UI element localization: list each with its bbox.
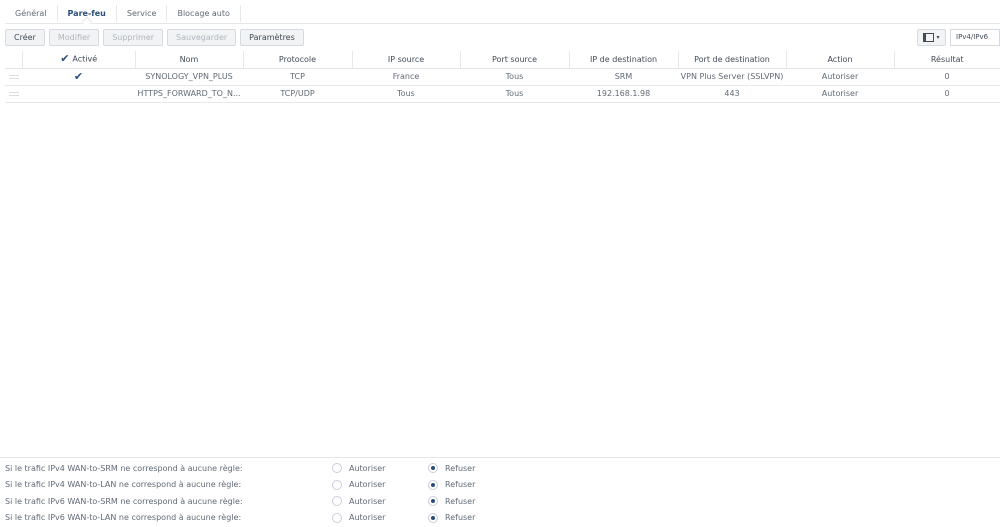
deny-label: Refuser (445, 480, 476, 490)
allow-label: Autoriser (349, 513, 386, 523)
allow-label: Autoriser (349, 496, 386, 506)
default-policy-section: Si le trafic IPv4 WAN-to-SRM ne correspo… (0, 457, 1000, 526)
column-header-name[interactable]: Nom (135, 51, 244, 69)
radio-circle-icon (428, 512, 438, 523)
deny-radio[interactable]: Refuser (428, 463, 476, 474)
column-header-destination-ip[interactable]: IP de destination (569, 51, 679, 69)
table-row[interactable]: HTTPS_FORWARD_TO_N... TCP/UDP Tous Tous … (5, 85, 1000, 103)
deny-radio[interactable]: Refuser (428, 496, 476, 507)
default-policy-row: Si le trafic IPv6 WAN-to-SRM ne correspo… (0, 493, 1000, 510)
destination-port: 443 (678, 85, 786, 103)
source-ip: France (352, 68, 460, 86)
protocol: TCP (243, 68, 352, 86)
firewall-rules-table: ✔ Activé Nom Protocole IP source Port so… (5, 51, 1000, 103)
destination-ip: 192.168.1.98 (569, 85, 678, 103)
action: Autoriser (786, 68, 894, 86)
default-policy-row: Si le trafic IPv4 WAN-to-LAN ne correspo… (0, 477, 1000, 494)
default-policy-row: Si le trafic IPv6 WAN-to-LAN ne correspo… (0, 510, 1000, 527)
policy-label: Si le trafic IPv6 WAN-to-LAN ne correspo… (5, 513, 242, 523)
edit-button[interactable]: Modifier (48, 29, 100, 46)
result: 0 (894, 85, 1000, 103)
column-header-action[interactable]: Action (786, 51, 895, 69)
radio-circle-icon (428, 479, 438, 490)
tab-bar: Général Pare-feu Service Blocage auto (5, 4, 1000, 24)
enabled-checkbox[interactable]: ✔ (22, 68, 135, 86)
layout-icon (923, 33, 935, 42)
select-all-checkbox[interactable]: ✔ (60, 53, 70, 64)
toolbar: Créer Modifier Supprimer Sauvegarder Par… (5, 29, 304, 46)
chevron-down-icon: ▾ (936, 34, 940, 41)
column-header-enabled[interactable]: ✔ Activé (22, 51, 136, 69)
radio-circle-icon (428, 496, 438, 507)
enabled-checkbox[interactable] (22, 85, 135, 103)
deny-label: Refuser (445, 513, 476, 523)
tab-general[interactable]: Général (5, 5, 58, 22)
allow-radio[interactable]: Autoriser (332, 463, 386, 474)
tab-service[interactable]: Service (117, 5, 168, 22)
result: 0 (894, 68, 1000, 86)
action: Autoriser (786, 85, 894, 103)
source-port: Tous (460, 68, 569, 86)
allow-radio[interactable]: Autoriser (332, 479, 386, 490)
deny-label: Refuser (445, 496, 476, 506)
checkmark-icon: ✔ (73, 69, 84, 83)
create-button[interactable]: Créer (5, 29, 45, 46)
drag-handle[interactable] (5, 85, 22, 103)
allow-label: Autoriser (349, 463, 386, 473)
deny-label: Refuser (445, 463, 476, 473)
destination-port: VPN Plus Server (SSLVPN) (678, 68, 786, 86)
rule-name: HTTPS_FORWARD_TO_N... (135, 85, 243, 103)
drag-column-header (5, 51, 23, 69)
column-header-protocol[interactable]: Protocole (243, 51, 353, 69)
column-layout-button[interactable]: ▾ (917, 29, 946, 46)
grip-icon (8, 75, 19, 79)
allow-radio[interactable]: Autoriser (332, 496, 386, 507)
drag-handle[interactable] (5, 68, 22, 86)
destination-ip: SRM (569, 68, 678, 86)
column-header-source-ip[interactable]: IP source (352, 51, 461, 69)
allow-radio[interactable]: Autoriser (332, 512, 386, 523)
column-header-source-port[interactable]: Port source (460, 51, 570, 69)
allow-label: Autoriser (349, 480, 386, 490)
deny-radio[interactable]: Refuser (428, 512, 476, 523)
radio-circle-icon (332, 496, 342, 507)
source-ip: Tous (352, 85, 460, 103)
column-header-result[interactable]: Résultat (894, 51, 1000, 69)
source-port: Tous (460, 85, 569, 103)
policy-label: Si le trafic IPv6 WAN-to-SRM ne correspo… (5, 496, 243, 506)
rule-name: SYNOLOGY_VPN_PLUS (135, 68, 243, 86)
radio-circle-icon (428, 463, 438, 474)
settings-button[interactable]: Paramètres (240, 29, 304, 46)
radio-circle-icon (332, 463, 342, 474)
delete-button[interactable]: Supprimer (103, 29, 164, 46)
default-policy-row: Si le trafic IPv4 WAN-to-SRM ne correspo… (0, 460, 1000, 477)
tab-firewall[interactable]: Pare-feu (58, 5, 117, 22)
tab-auto-block[interactable]: Blocage auto (167, 5, 241, 22)
save-button[interactable]: Sauvegarder (167, 29, 237, 46)
deny-radio[interactable]: Refuser (428, 479, 476, 490)
column-header-destination-port[interactable]: Port de destination (678, 51, 787, 69)
protocol: TCP/UDP (243, 85, 352, 103)
policy-label: Si le trafic IPv4 WAN-to-LAN ne correspo… (5, 480, 242, 490)
policy-label: Si le trafic IPv4 WAN-to-SRM ne correspo… (5, 463, 243, 473)
radio-circle-icon (332, 512, 342, 523)
radio-circle-icon (332, 479, 342, 490)
ip-version-select[interactable]: IPv4/IPv6 (950, 29, 1000, 46)
table-row[interactable]: ✔ SYNOLOGY_VPN_PLUS TCP France Tous SRM … (5, 68, 1000, 86)
grip-icon (8, 92, 19, 96)
